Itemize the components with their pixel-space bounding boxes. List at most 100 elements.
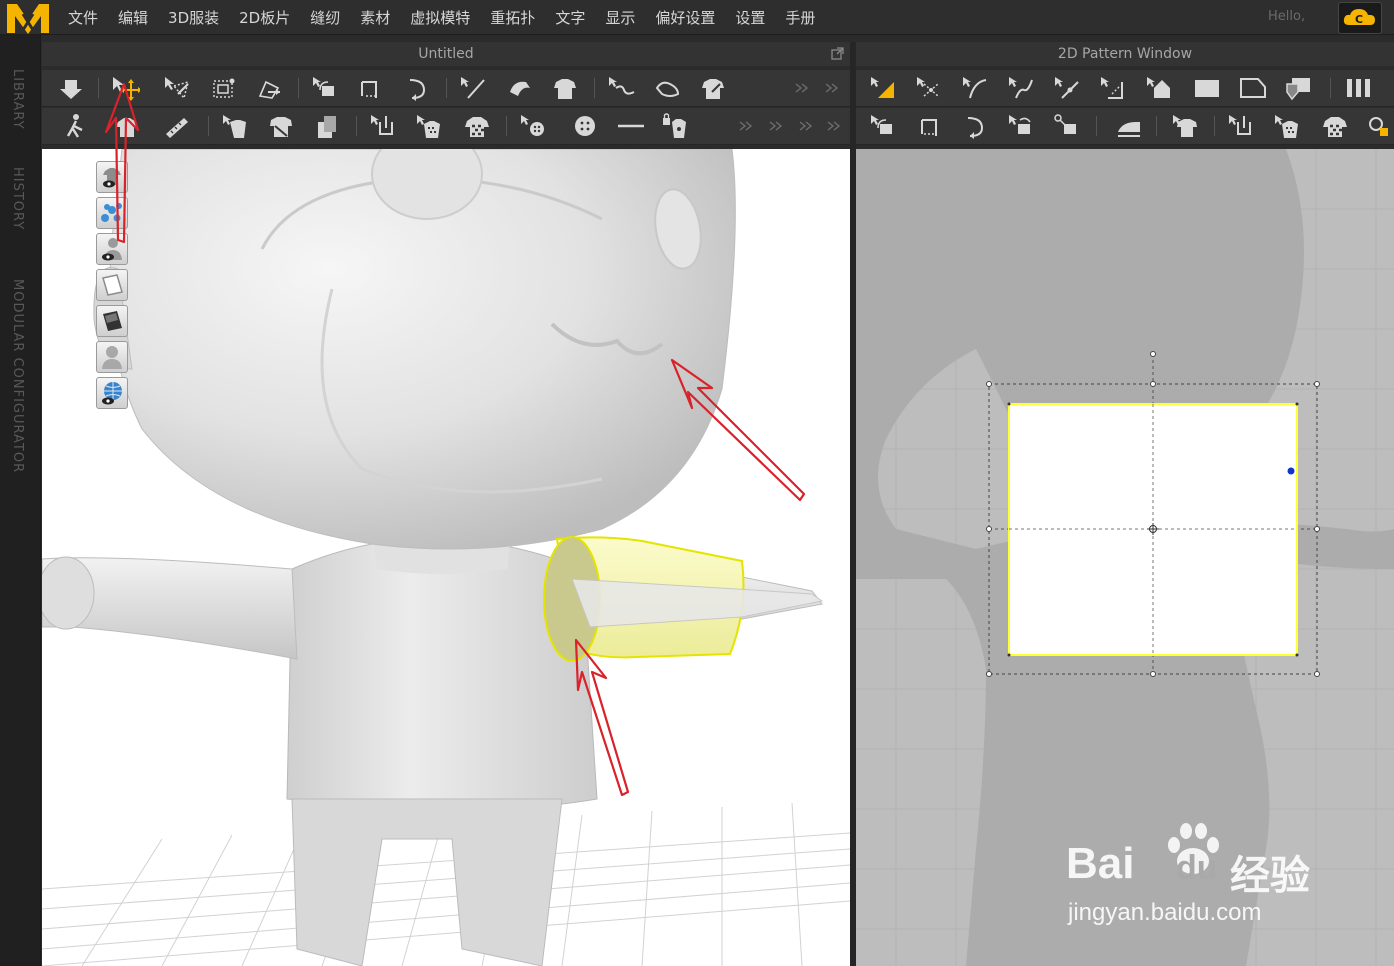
history-tab[interactable]: HISTORY xyxy=(10,167,25,230)
check-sewing-icon[interactable] xyxy=(1006,112,1036,140)
fabric-texture-icon[interactable] xyxy=(414,112,444,140)
menu-settings[interactable]: 设置 xyxy=(735,7,765,28)
toolbar-separator xyxy=(208,116,209,136)
menu-bar: 文件 编辑 3D服装 2D板片 缝纫 素材 虚拟模特 重拓扑 文字 显示 偏好设… xyxy=(0,0,1394,35)
checker-garment-2d-icon[interactable] xyxy=(1320,112,1350,140)
menu-materials[interactable]: 素材 xyxy=(360,7,390,28)
strengthen-icon[interactable] xyxy=(266,112,296,140)
3d-window-titlebar: Untitled xyxy=(42,42,850,66)
segment-sewing-icon[interactable] xyxy=(310,74,340,102)
free-sewing-icon[interactable] xyxy=(356,74,386,102)
menu-file[interactable]: 文件 xyxy=(68,7,98,28)
internal-shape-icon[interactable] xyxy=(1284,74,1314,102)
pattern-house-icon[interactable] xyxy=(1144,74,1174,102)
edit-sewing-2d-icon[interactable] xyxy=(960,112,990,140)
edit-shape-icon[interactable] xyxy=(652,74,682,102)
segment-sewing-2d-icon[interactable] xyxy=(868,112,898,140)
edit-dart-icon[interactable] xyxy=(1098,74,1128,102)
avatar-pose-icon[interactable] xyxy=(60,112,90,140)
3d-viewport[interactable] xyxy=(42,149,850,966)
fold-arrangement-icon[interactable] xyxy=(254,74,284,102)
edit-garment-icon[interactable] xyxy=(220,112,250,140)
iron-icon[interactable] xyxy=(1114,112,1144,140)
menu-edit[interactable]: 编辑 xyxy=(118,7,148,28)
pin-box-icon[interactable] xyxy=(368,112,398,140)
toolbar-overflow-icon[interactable] xyxy=(732,112,762,140)
pattern-pin-dot[interactable] xyxy=(1287,467,1295,475)
sewing-length-icon[interactable] xyxy=(1052,112,1082,140)
edit-curve-point-icon[interactable] xyxy=(960,74,990,102)
button-tool-icon[interactable] xyxy=(518,112,548,140)
edit-curvature-icon[interactable] xyxy=(606,74,636,102)
show-texture-button[interactable] xyxy=(96,305,128,337)
2d-pattern-viewport[interactable]: Bai du 经验 jingyan.baidu.com xyxy=(856,149,1394,966)
show-garment-button[interactable] xyxy=(96,161,128,193)
menu-3d-garment[interactable]: 3D服装 xyxy=(168,7,219,28)
menu-display[interactable]: 显示 xyxy=(605,7,635,28)
toolbar-separator xyxy=(1330,78,1331,98)
tack-icon[interactable] xyxy=(458,74,488,102)
pin-2d-icon[interactable] xyxy=(1226,112,1256,140)
cloud-button[interactable]: C xyxy=(1338,2,1382,34)
simulation-icon[interactable] xyxy=(56,74,86,102)
toolbar-separator xyxy=(298,78,299,98)
edit-texture-icon[interactable] xyxy=(1170,112,1200,140)
select-mesh-icon[interactable] xyxy=(162,74,192,102)
menu-text[interactable]: 文字 xyxy=(555,7,585,28)
avatar-silhouette-icon xyxy=(102,346,122,369)
garment-edit-icon[interactable] xyxy=(698,74,728,102)
particle-icon xyxy=(101,203,122,222)
library-tab[interactable]: LIBRARY xyxy=(10,69,25,130)
2d-toolbar-row1 xyxy=(856,70,1394,107)
menu-avatar[interactable]: 虚拟模特 xyxy=(410,7,470,28)
curvature-point-icon[interactable] xyxy=(1006,74,1036,102)
transform-pattern-2d-icon[interactable] xyxy=(868,74,898,102)
avatar-legs xyxy=(291,798,563,966)
toolbar-overflow-icon[interactable] xyxy=(818,74,848,102)
fold-icon[interactable] xyxy=(504,74,534,102)
show-avatar-button[interactable] xyxy=(96,233,128,265)
avatar-silhouette-button[interactable] xyxy=(96,341,128,373)
modular-configurator-tab[interactable]: MODULAR CONFIGURATOR xyxy=(10,279,25,473)
avatar-hand-left xyxy=(42,556,95,630)
globe-eye-icon xyxy=(102,382,122,405)
menu-manual[interactable]: 手册 xyxy=(785,7,815,28)
free-sewing-2d-icon[interactable] xyxy=(914,112,944,140)
checker-garment-icon[interactable] xyxy=(462,112,492,140)
toolbar-overflow-icon[interactable] xyxy=(792,112,822,140)
edit-point-line-icon[interactable] xyxy=(914,74,944,102)
garment-eye-icon xyxy=(103,168,121,188)
menu-preferences[interactable]: 偏好设置 xyxy=(655,7,715,28)
select-move-icon[interactable] xyxy=(110,74,140,102)
svg-text:C: C xyxy=(1355,13,1363,26)
toolbar-overflow-icon[interactable] xyxy=(788,74,818,102)
lock-garment-icon[interactable] xyxy=(660,112,690,140)
environment-button[interactable] xyxy=(96,377,128,409)
pop-out-icon[interactable] xyxy=(831,47,844,60)
buttonhole-icon[interactable] xyxy=(570,112,600,140)
show-pattern-button[interactable] xyxy=(96,269,128,301)
edit-sewing-icon[interactable] xyxy=(402,74,432,102)
garment-pin-icon[interactable] xyxy=(550,74,580,102)
garment-paint-icon[interactable] xyxy=(112,112,142,140)
add-point-icon[interactable] xyxy=(1052,74,1082,102)
layer-icon[interactable] xyxy=(312,112,342,140)
watermark-url: jingyan.baidu.com xyxy=(1068,899,1262,926)
measure-tape-icon[interactable] xyxy=(162,112,192,140)
graphic-tool-icon[interactable] xyxy=(1364,112,1394,140)
toolbar-overflow-icon[interactable] xyxy=(762,112,792,140)
user-greeting: Hello, xyxy=(1268,9,1306,24)
polygon-pattern-icon[interactable] xyxy=(1238,74,1268,102)
menu-2d-pattern[interactable]: 2D板片 xyxy=(239,7,290,28)
pattern-sheet-icon xyxy=(102,274,123,296)
texture-garment-2d-icon[interactable] xyxy=(1272,112,1302,140)
zipper-icon[interactable] xyxy=(616,112,646,140)
grade-icon[interactable] xyxy=(1344,74,1374,102)
rectangle-pattern-icon[interactable] xyxy=(1192,74,1222,102)
transform-pattern-icon[interactable] xyxy=(208,74,238,102)
marvelous-logo-icon[interactable] xyxy=(4,0,52,36)
menu-sewing[interactable]: 缝纫 xyxy=(310,7,340,28)
toolbar-overflow-icon[interactable] xyxy=(820,112,850,140)
show-particle-button[interactable] xyxy=(96,197,128,229)
menu-retopology[interactable]: 重拓扑 xyxy=(490,7,535,28)
